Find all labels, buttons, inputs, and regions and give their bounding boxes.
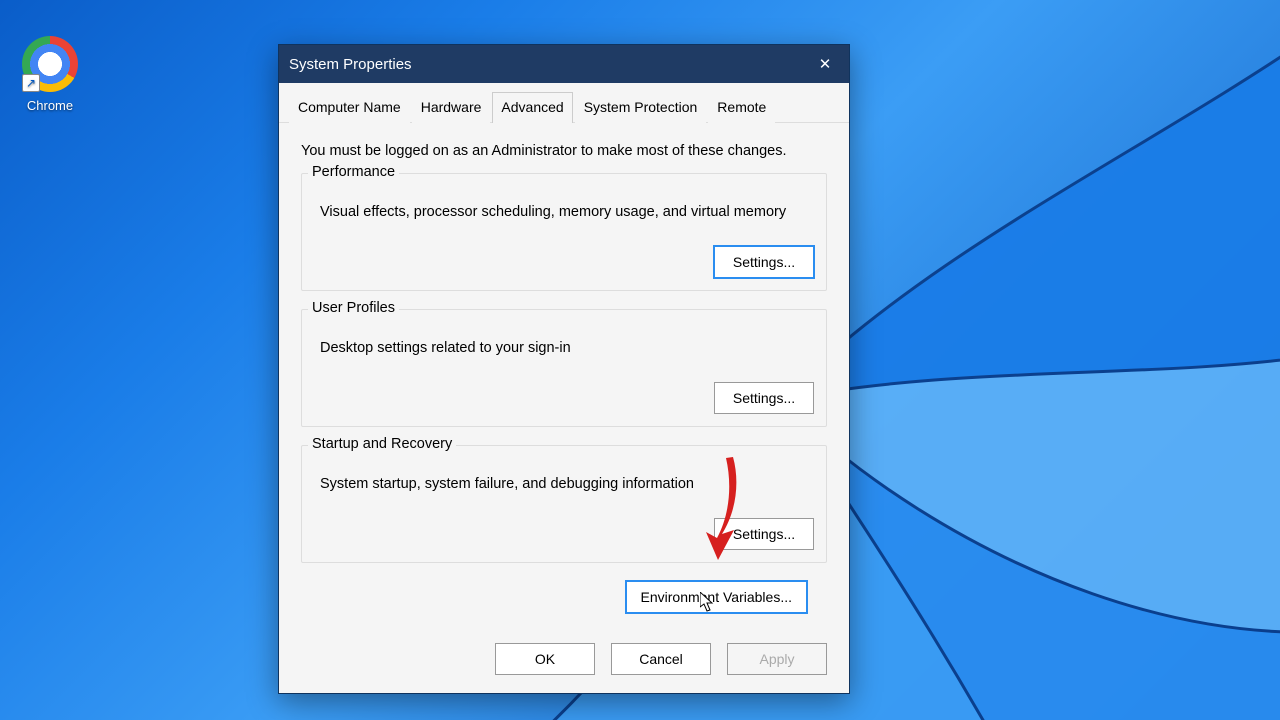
tab-advanced[interactable]: Advanced [492, 92, 572, 123]
group-performance-legend: Performance [308, 164, 399, 180]
tab-system-protection[interactable]: System Protection [575, 92, 707, 123]
group-user-profiles-legend: User Profiles [308, 300, 399, 316]
group-startup-desc: System startup, system failure, and debu… [314, 476, 814, 492]
desktop-shortcut-chrome[interactable]: ↗ Chrome [12, 36, 88, 113]
group-user-profiles-desc: Desktop settings related to your sign-in [314, 340, 814, 356]
group-performance-desc: Visual effects, processor scheduling, me… [314, 204, 814, 220]
dialog-footer: OK Cancel Apply [279, 629, 849, 693]
performance-settings-button[interactable]: Settings... [714, 246, 814, 278]
cancel-button[interactable]: Cancel [611, 643, 711, 675]
apply-button[interactable]: Apply [727, 643, 827, 675]
shortcut-overlay-icon: ↗ [22, 74, 40, 92]
chrome-icon: ↗ [22, 36, 78, 92]
desktop-shortcut-label: Chrome [12, 98, 88, 113]
ok-button[interactable]: OK [495, 643, 595, 675]
environment-variables-button[interactable]: Environment Variables... [626, 581, 807, 613]
user-profiles-settings-button[interactable]: Settings... [714, 382, 814, 414]
admin-note: You must be logged on as an Administrato… [301, 143, 827, 159]
titlebar[interactable]: System Properties ✕ [279, 45, 849, 83]
system-properties-dialog: System Properties ✕ Computer Name Hardwa… [278, 44, 850, 694]
close-icon[interactable]: ✕ [811, 50, 839, 78]
startup-settings-button[interactable]: Settings... [714, 518, 814, 550]
dialog-title: System Properties [289, 56, 412, 73]
group-user-profiles: User Profiles Desktop settings related t… [301, 309, 827, 427]
tab-hardware[interactable]: Hardware [412, 92, 491, 123]
tab-remote[interactable]: Remote [708, 92, 775, 123]
tab-strip: Computer Name Hardware Advanced System P… [279, 83, 849, 123]
group-performance: Performance Visual effects, processor sc… [301, 173, 827, 291]
dialog-body: You must be logged on as an Administrato… [279, 123, 849, 629]
group-startup-recovery: Startup and Recovery System startup, sys… [301, 445, 827, 563]
group-startup-legend: Startup and Recovery [308, 436, 456, 452]
tab-computer-name[interactable]: Computer Name [289, 92, 410, 123]
